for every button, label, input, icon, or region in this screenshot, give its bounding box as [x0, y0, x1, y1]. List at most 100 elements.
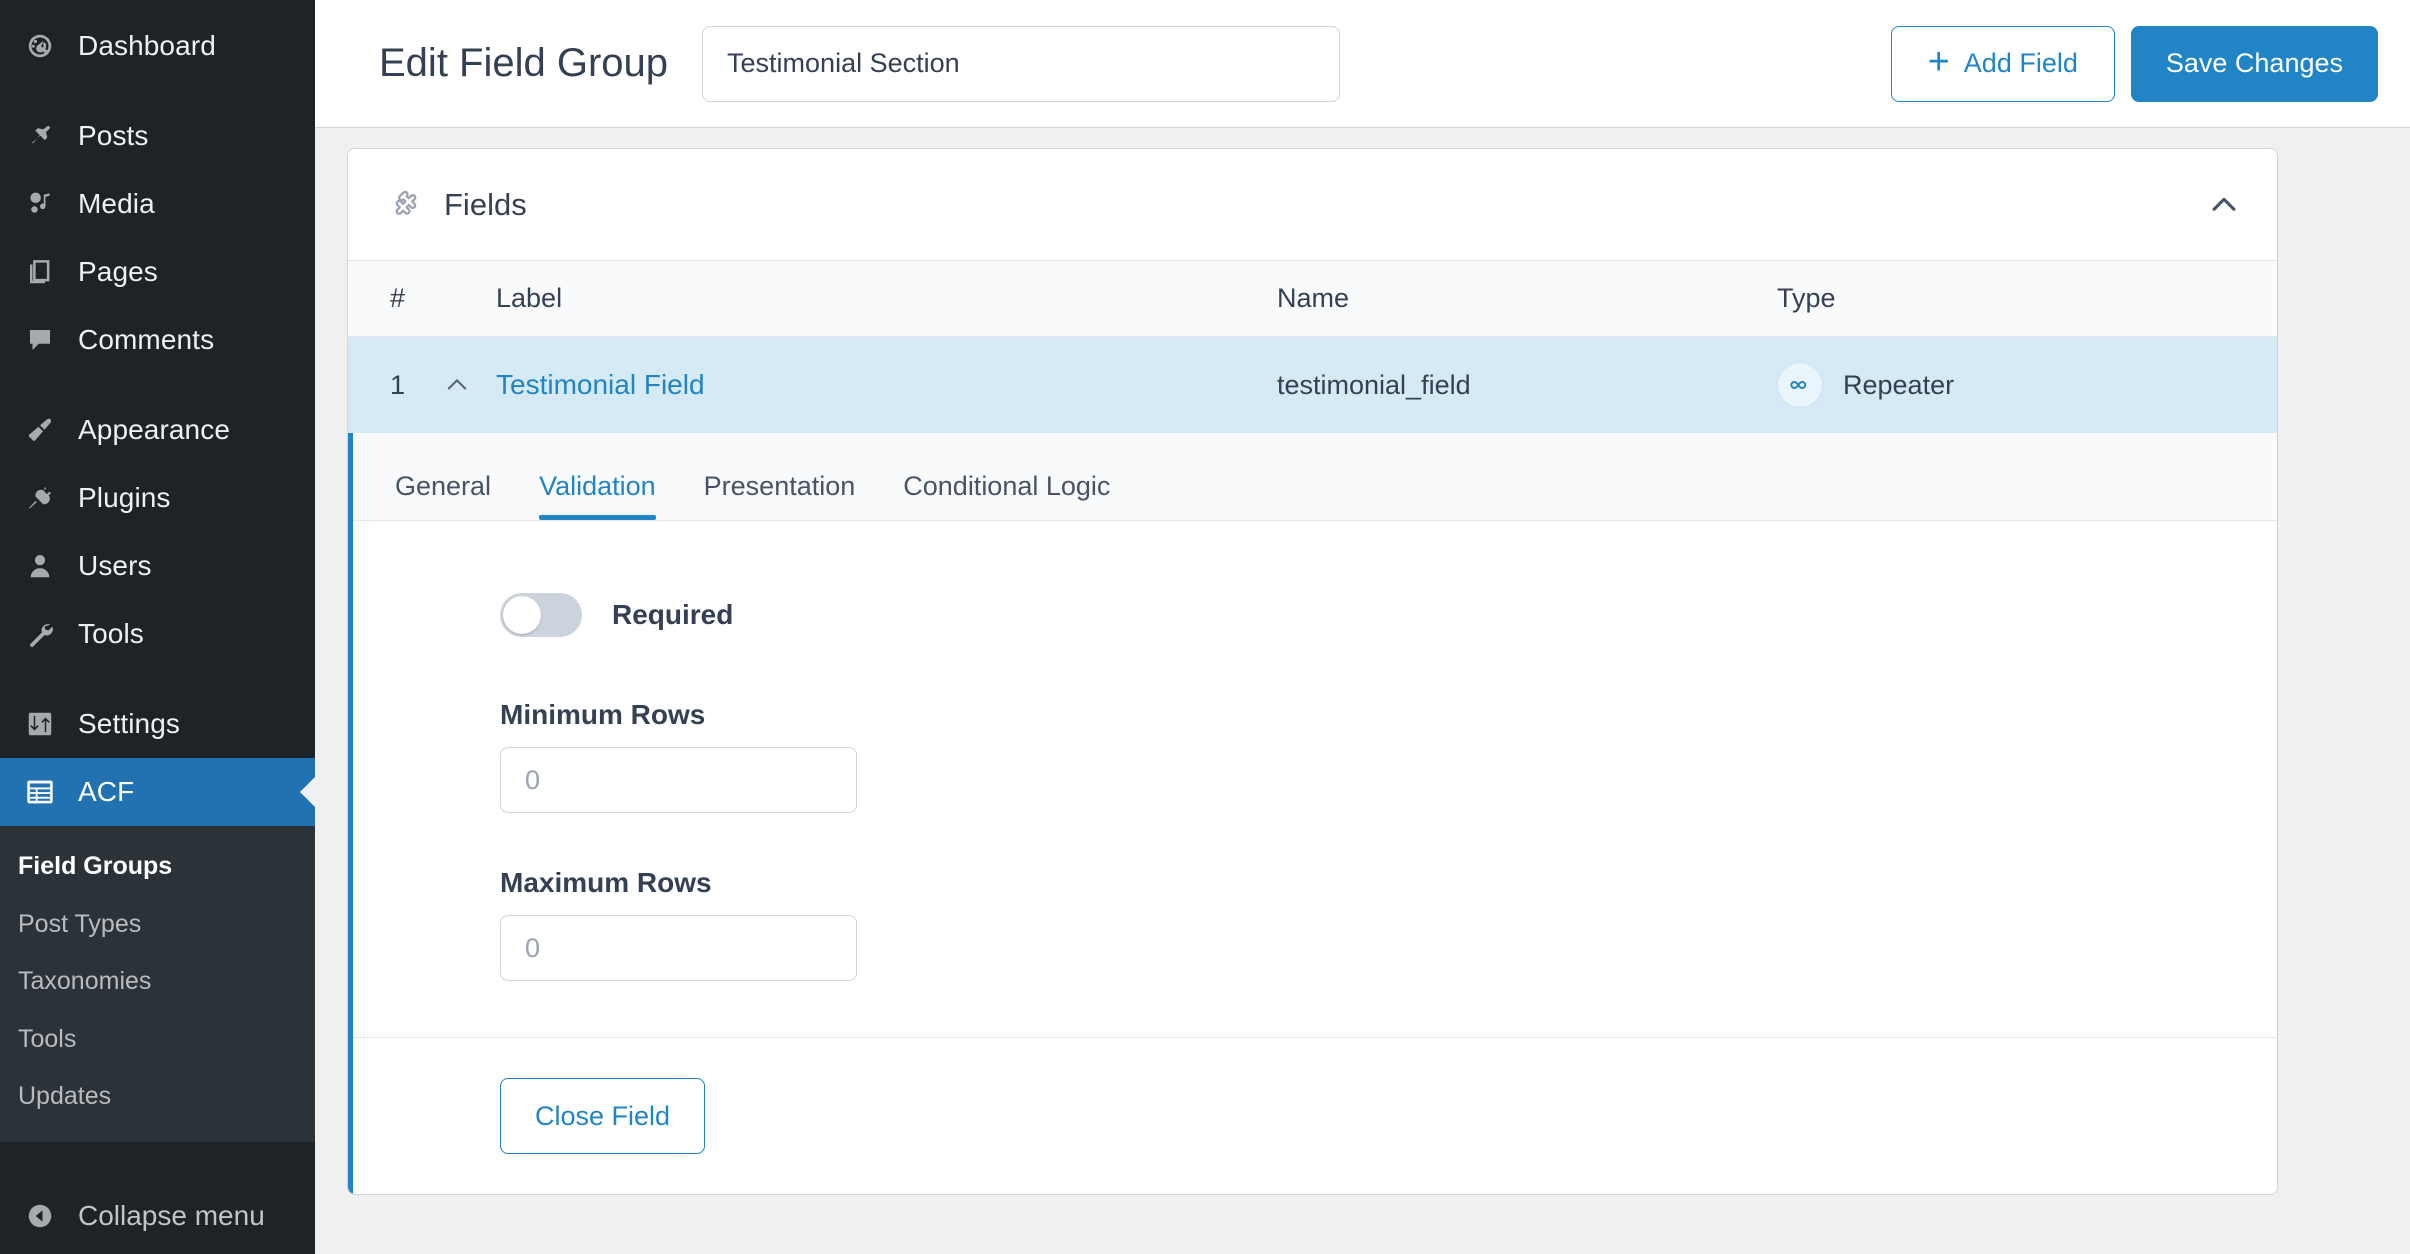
pin-icon [14, 121, 66, 151]
tab-presentation[interactable]: Presentation [704, 471, 856, 520]
sidebar-item-comments[interactable]: Comments [0, 306, 315, 374]
add-field-button[interactable]: + Add Field [1890, 25, 2115, 102]
acf-grid-icon [14, 776, 66, 808]
row-index: 1 [390, 369, 406, 400]
sidebar-item-label: Dashboard [78, 30, 216, 61]
sidebar-item-posts[interactable]: Posts [0, 102, 315, 170]
submenu-item-tools[interactable]: Tools [0, 1011, 315, 1069]
sidebar-item-label: ACF [78, 776, 135, 807]
puzzle-piece-icon [390, 188, 424, 222]
required-label: Required [612, 599, 734, 630]
fields-panel-title: Fields [444, 186, 527, 222]
maximum-rows-label: Maximum Rows [500, 867, 712, 898]
sidebar-item-pages[interactable]: Pages [0, 238, 315, 306]
submenu-item-updates[interactable]: Updates [0, 1068, 315, 1126]
content-area: Fields # Label Name Type 1 Testimonial F… [315, 128, 2410, 1254]
field-editor-tabs: General Validation Presentation Conditio… [353, 433, 2277, 521]
field-type-label: Repeater [1843, 369, 1955, 400]
maximum-rows-setting: Maximum Rows [353, 867, 2277, 981]
collapse-arrow-icon [14, 1201, 66, 1231]
required-toggle[interactable] [500, 593, 582, 637]
column-header-index: # [390, 283, 406, 313]
tab-validation[interactable]: Validation [539, 471, 656, 520]
minimum-rows-label: Minimum Rows [500, 699, 706, 730]
tab-general[interactable]: General [395, 471, 491, 520]
sidebar-item-label: Appearance [78, 414, 231, 445]
acf-edit-field-group-screen: Dashboard Posts Media Pages Comments App… [0, 0, 2410, 1254]
minimum-rows-input[interactable] [500, 747, 857, 813]
infinity-icon [1777, 362, 1823, 408]
acf-submenu: Field Groups Post Types Taxonomies Tools… [0, 826, 315, 1142]
page-title: Edit Field Group [379, 41, 669, 85]
wrench-icon [14, 619, 66, 649]
add-field-label: Add Field [1963, 48, 2078, 78]
sidebar-divider [0, 668, 315, 690]
save-changes-button[interactable]: Save Changes [2130, 25, 2378, 102]
sidebar-divider [0, 80, 315, 102]
sidebar-item-tools[interactable]: Tools [0, 600, 315, 668]
fields-panel: Fields # Label Name Type 1 Testimonial F… [347, 148, 2278, 1195]
field-label-link[interactable]: Testimonial Field [496, 369, 705, 400]
sidebar-item-label: Settings [78, 708, 180, 739]
sidebar-item-settings[interactable]: Settings [0, 690, 315, 758]
sidebar-item-dashboard[interactable]: Dashboard [0, 12, 315, 80]
submenu-item-post-types[interactable]: Post Types [0, 896, 315, 954]
toggle-knob [503, 596, 541, 634]
sidebar-item-label: Plugins [78, 482, 171, 513]
collapse-menu-label: Collapse menu [78, 1199, 265, 1231]
main-region: Edit Field Group + Add Field Save Change… [315, 0, 2410, 1254]
column-header-name: Name [1277, 283, 1350, 313]
row-index-cell: 1 [348, 370, 496, 401]
header-actions: + Add Field Save Changes [1890, 25, 2378, 102]
sidebar-item-label: Comments [78, 324, 215, 355]
row-name-cell: testimonial_field [1277, 369, 1471, 400]
sidebar-item-label: Users [78, 550, 152, 581]
chevron-up-icon[interactable] [2207, 188, 2241, 222]
field-editor-footer: Close Field [353, 1037, 2277, 1194]
sidebar-item-label: Posts [78, 120, 149, 151]
user-icon [14, 551, 66, 581]
dashboard-icon [14, 31, 66, 61]
collapse-menu-button[interactable]: Collapse menu [0, 1182, 315, 1250]
sidebar-item-label: Tools [78, 618, 144, 649]
tab-conditional-logic[interactable]: Conditional Logic [903, 471, 1110, 520]
submenu-item-field-groups[interactable]: Field Groups [0, 838, 315, 896]
required-toggle-row: Required [500, 593, 2277, 637]
sidebar-item-label: Pages [78, 256, 158, 287]
field-group-title-input[interactable] [702, 25, 1341, 102]
acf-header-bar: Edit Field Group + Add Field Save Change… [315, 0, 2410, 128]
sidebar-item-users[interactable]: Users [0, 532, 315, 600]
paintbrush-icon [14, 415, 66, 445]
fields-table: # Label Name Type 1 Testimonial Field te… [348, 261, 2277, 433]
field-group-title-wrap [702, 25, 1341, 102]
sidebar-item-label: Media [78, 188, 155, 219]
row-label-cell: Testimonial Field [496, 369, 1277, 401]
sliders-icon [14, 709, 66, 739]
pages-icon [14, 257, 66, 287]
sidebar-item-plugins[interactable]: Plugins [0, 464, 315, 532]
media-icon [14, 189, 66, 219]
plus-icon: + [1927, 40, 1950, 83]
minimum-rows-setting: Minimum Rows [353, 699, 2277, 813]
wp-admin-sidebar: Dashboard Posts Media Pages Comments App… [0, 0, 315, 1254]
column-header-type: Type [1777, 283, 1836, 313]
sidebar-divider [0, 374, 315, 396]
chevron-up-icon[interactable] [443, 371, 471, 399]
sidebar-item-appearance[interactable]: Appearance [0, 396, 315, 464]
maximum-rows-input[interactable] [500, 915, 857, 981]
column-header-label: Label [496, 283, 563, 313]
sidebar-item-acf[interactable]: ACF [0, 758, 315, 826]
field-editor: General Validation Presentation Conditio… [348, 433, 2277, 1194]
row-type-cell: Repeater [1777, 362, 2277, 408]
close-field-button[interactable]: Close Field [500, 1078, 706, 1154]
sidebar-item-media[interactable]: Media [0, 170, 315, 238]
fields-panel-header[interactable]: Fields [348, 149, 2277, 261]
plug-icon [14, 483, 66, 513]
required-setting: Required [353, 593, 2277, 637]
fields-table-header: # Label Name Type [348, 261, 2277, 337]
field-editor-body: Required Minimum Rows Maximum Rows [353, 521, 2277, 1037]
submenu-item-taxonomies[interactable]: Taxonomies [0, 953, 315, 1011]
table-row[interactable]: 1 Testimonial Field testimonial_field Re… [348, 337, 2277, 433]
comment-icon [14, 325, 66, 355]
